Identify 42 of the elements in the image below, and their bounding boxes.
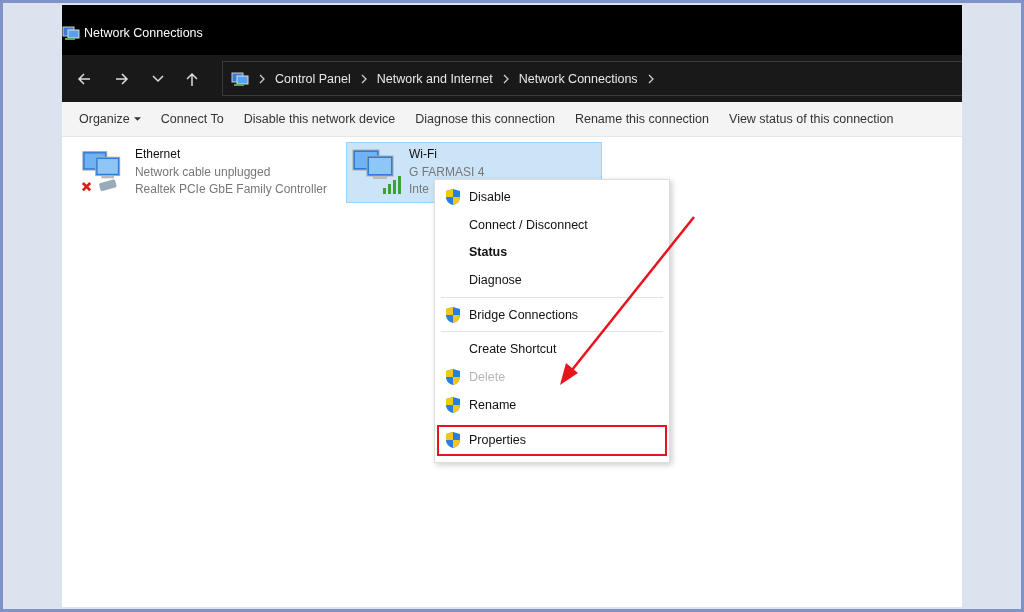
connection-detail: Realtek PCIe GbE Family Controller — [134, 181, 327, 198]
network-folder-icon — [62, 25, 80, 41]
shield-icon — [445, 305, 461, 324]
back-arrow-icon[interactable] — [76, 70, 92, 87]
forward-arrow-icon[interactable] — [114, 70, 130, 87]
connection-detail: Network cable unplugged — [134, 163, 271, 181]
toolbar-button[interactable]: Organize — [70, 108, 150, 130]
chevron-right-icon — [502, 73, 509, 84]
menu-item[interactable]: Bridge Connections — [437, 300, 667, 329]
menu-item[interactable]: Status — [437, 238, 667, 267]
window-title: Network Connections — [84, 26, 203, 40]
menu-item[interactable]: Create Shortcut — [437, 335, 667, 364]
toolbar-button[interactable]: Connect To — [151, 108, 233, 130]
shield-icon — [445, 431, 461, 449]
shield-icon — [445, 395, 461, 414]
toolbar-button[interactable]: Disable this network device — [234, 108, 405, 130]
connection-detail: Inte — [409, 181, 429, 198]
up-arrow-icon[interactable] — [184, 70, 200, 87]
network-folder-icon — [231, 70, 249, 87]
wifi-adapter-icon — [351, 146, 403, 196]
toolbar-button[interactable]: View status of this connection — [720, 108, 903, 130]
menu-item[interactable]: Rename — [437, 390, 667, 419]
menu-item[interactable]: Properties — [437, 424, 667, 456]
toolbar-button[interactable]: Rename this connection — [565, 108, 718, 130]
shield-icon — [445, 367, 461, 386]
shield-icon — [445, 187, 461, 206]
chevron-down-icon[interactable] — [152, 74, 164, 83]
connection-name: Ethernet — [134, 146, 181, 163]
breadcrumb-item[interactable]: Control Panel — [275, 71, 351, 86]
chevron-right-icon — [259, 73, 265, 84]
connection-name: Wi-Fi — [409, 146, 437, 163]
toolbar-button[interactable]: Diagnose this connection — [406, 108, 564, 130]
caret-icon — [133, 117, 141, 121]
connection-item[interactable]: Ethernet Network cable unplugged Realtek PCIe GbE Family Controller — [76, 142, 332, 203]
address-bar[interactable]: Control Panel Network and Internet Network Connections — [222, 61, 962, 96]
chevron-right-icon — [360, 73, 367, 84]
breadcrumb-item[interactable]: Network Connections — [518, 71, 638, 86]
breadcrumb-item[interactable]: Network and Internet — [376, 71, 493, 86]
chevron-right-icon[interactable] — [647, 73, 654, 84]
connection-detail: G FARMASI 4 — [409, 163, 485, 181]
menu-item[interactable]: Connect / Disconnect — [437, 210, 667, 239]
menu-item[interactable]: Diagnose — [437, 266, 667, 294]
